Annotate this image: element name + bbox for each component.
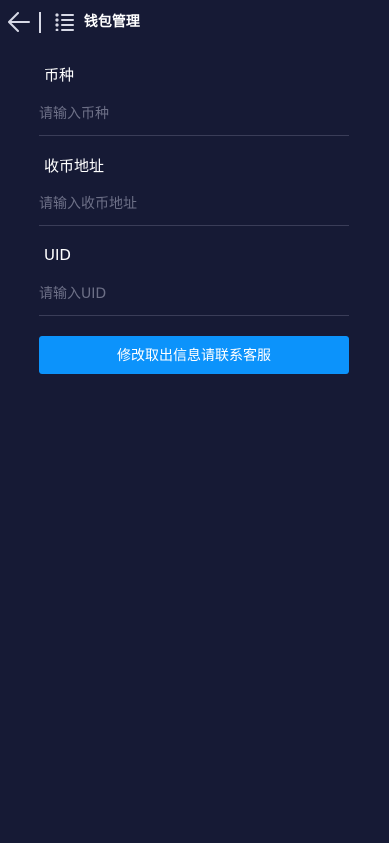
back-arrow-icon[interactable] xyxy=(8,12,30,32)
address-input[interactable] xyxy=(39,192,349,216)
address-underline xyxy=(39,225,349,226)
wallet-management-page: 钱包管理 币种 收币地址 UID 修改取出信息请联系客服 xyxy=(0,0,389,846)
contact-support-button[interactable]: 修改取出信息请联系客服 xyxy=(39,336,349,374)
page-title: 钱包管理 xyxy=(84,14,140,30)
list-menu-icon[interactable] xyxy=(55,13,75,31)
uid-label: UID xyxy=(44,246,71,264)
currency-underline xyxy=(39,135,349,136)
uid-underline xyxy=(39,315,349,316)
top-bar: 钱包管理 xyxy=(0,0,389,44)
address-label: 收币地址 xyxy=(44,157,105,175)
currency-input[interactable] xyxy=(39,102,349,126)
uid-input[interactable] xyxy=(39,282,349,306)
header-divider xyxy=(39,12,41,33)
currency-label: 币种 xyxy=(44,66,75,84)
